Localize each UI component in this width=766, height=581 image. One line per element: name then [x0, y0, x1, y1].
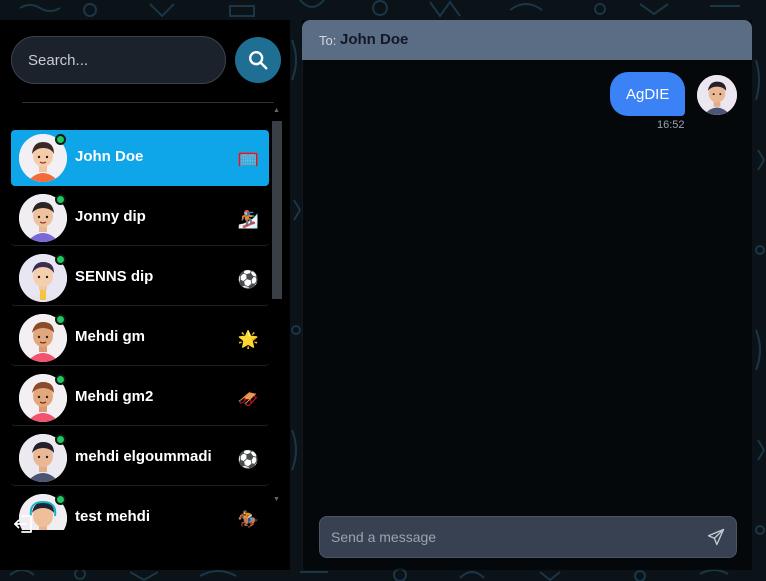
- contact-name: Mehdi gm2: [75, 388, 154, 405]
- sidebar: John Doe 🥅 Jonny dip 🏂: [0, 20, 290, 570]
- recipient-name: John Doe: [340, 31, 409, 48]
- contact-name: SENNS dip: [75, 268, 154, 285]
- contact-item-mehdi-gm[interactable]: Mehdi gm 🌟: [11, 310, 269, 366]
- online-status-indicator: [55, 434, 66, 445]
- online-status-indicator: [55, 134, 66, 145]
- contact-status-emoji: 🏂: [237, 210, 259, 230]
- online-status-indicator: [55, 494, 66, 505]
- search-icon: [249, 51, 268, 70]
- online-status-indicator: [55, 314, 66, 325]
- message-timestamp: 16:52: [657, 119, 685, 131]
- scroll-up-arrow[interactable]: ▲: [273, 107, 280, 114]
- contact-name: mehdi elgoummadi: [75, 448, 212, 465]
- recipient-label: To:: [319, 33, 337, 48]
- chat-header: To: John Doe: [302, 20, 752, 60]
- sidebar-divider: [22, 102, 274, 103]
- logout-icon: [14, 515, 32, 533]
- chat-panel: To: John Doe AgDIE 16:52: [302, 20, 752, 570]
- contact-status-emoji: ⚽: [237, 270, 259, 290]
- online-status-indicator: [55, 254, 66, 265]
- contact-name: Mehdi gm: [75, 328, 145, 345]
- send-icon: [707, 528, 725, 546]
- contact-item-john-doe[interactable]: John Doe 🥅: [11, 130, 269, 186]
- contact-item-senns-dip[interactable]: SENNS dip ⚽: [11, 250, 269, 306]
- online-status-indicator: [55, 374, 66, 385]
- contact-item-test-mehdi[interactable]: test mehdi 🏇: [11, 490, 269, 530]
- contact-item-mehdi-gm2[interactable]: Mehdi gm2 🛷: [11, 370, 269, 426]
- contact-status-emoji: 🛷: [237, 390, 259, 410]
- send-button[interactable]: [706, 527, 728, 549]
- logout-button[interactable]: [12, 512, 36, 536]
- message-input[interactable]: [320, 517, 690, 557]
- search-button[interactable]: [235, 37, 281, 83]
- message-text: AgDIE: [626, 85, 670, 103]
- contact-item-mehdi-elgoummadi[interactable]: mehdi elgoummadi ⚽: [11, 430, 269, 486]
- online-status-indicator: [55, 194, 66, 205]
- contact-status-emoji: 🏇: [237, 510, 259, 530]
- contact-name: Jonny dip: [75, 208, 146, 225]
- contact-name: test mehdi: [75, 508, 151, 525]
- contact-list: John Doe 🥅 Jonny dip 🏂 SENNS dip ⚽ Mehdi…: [11, 130, 269, 530]
- contact-name: John Doe: [75, 148, 144, 165]
- search-input[interactable]: [11, 36, 226, 84]
- outgoing-message-bubble[interactable]: AgDIE: [610, 72, 686, 116]
- scroll-down-arrow[interactable]: ▼: [273, 496, 280, 503]
- contact-status-emoji: 🌟: [237, 330, 259, 350]
- contact-item-jonny-dip[interactable]: Jonny dip 🏂: [11, 190, 269, 246]
- message-sender-avatar: [697, 75, 737, 115]
- search-field-wrapper: [11, 36, 226, 84]
- contact-status-emoji: ⚽: [237, 450, 259, 470]
- message-composer: [319, 516, 737, 558]
- contact-status-emoji: 🥅: [237, 150, 259, 170]
- contact-list-scrollbar-thumb[interactable]: [272, 121, 282, 299]
